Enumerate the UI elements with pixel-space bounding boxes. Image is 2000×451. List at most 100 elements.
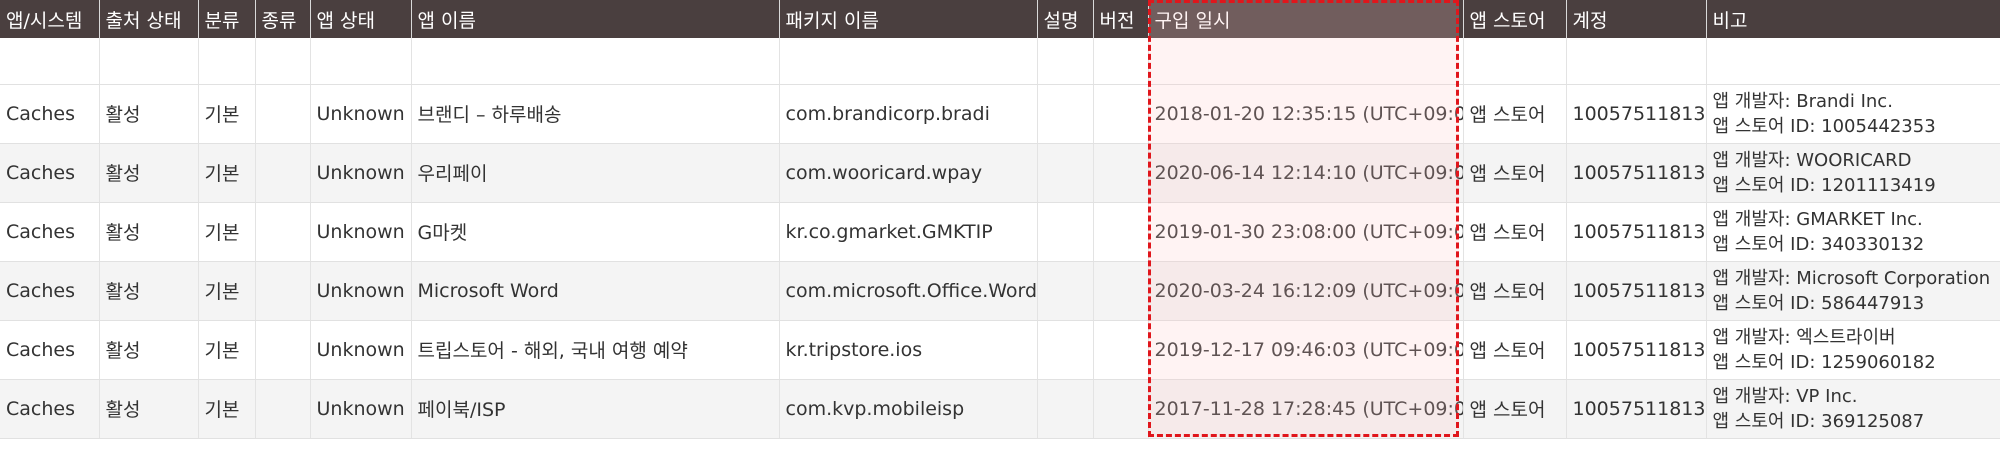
column-header-memo[interactable]: 비고 bbox=[1706, 0, 2000, 38]
cell-version bbox=[1093, 320, 1149, 380]
cell-memo: 앱 개발자: Microsoft Corporation 앱 스토어 ID: 5… bbox=[1706, 261, 2000, 321]
cell-app-name: 트립스토어 - 해외, 국내 여행 예약 bbox=[411, 320, 780, 380]
cell-account: 10057511813 bbox=[1566, 143, 1707, 203]
cell-package-name: com.wooricard.wpay bbox=[779, 143, 1038, 203]
column-header-kind[interactable]: 종류 bbox=[255, 0, 311, 38]
cell-app-store: 앱 스토어 bbox=[1463, 143, 1567, 203]
cell-app-status: Unknown bbox=[310, 143, 412, 203]
table-row[interactable]: Caches 활성 기본 Unknown 브랜디 – 하루배송 com.bran… bbox=[0, 84, 2000, 144]
cell-app-name: Microsoft Word bbox=[411, 261, 780, 321]
table-cell bbox=[1093, 38, 1149, 85]
cell-memo: 앱 개발자: 엑스트라이버 앱 스토어 ID: 1259060182 bbox=[1706, 320, 2000, 380]
column-header-description[interactable]: 설명 bbox=[1037, 0, 1094, 38]
cell-purchase-time: 2019-01-30 23:08:00 (UTC+09:00) bbox=[1148, 202, 1464, 262]
table-row[interactable]: Caches 활성 기본 Unknown G마켓 kr.co.gmarket.G… bbox=[0, 202, 2000, 262]
table-body: Caches 활성 기본 Unknown 브랜디 – 하루배송 com.bran… bbox=[0, 38, 2000, 439]
cell-package-name: kr.co.gmarket.GMKTIP bbox=[779, 202, 1038, 262]
column-header-version[interactable]: 버전 bbox=[1093, 0, 1149, 38]
table-cell bbox=[1037, 38, 1094, 85]
table-cell bbox=[99, 38, 199, 85]
cell-app-name: G마켓 bbox=[411, 202, 780, 262]
memo-developer: 앱 개발자: 엑스트라이버 bbox=[1712, 326, 1896, 348]
column-header-source-status[interactable]: 출처 상태 bbox=[99, 0, 199, 38]
cell-system: Caches bbox=[0, 202, 100, 262]
table-cell bbox=[0, 38, 100, 85]
cell-account: 10057511813 bbox=[1566, 84, 1707, 144]
cell-purchase-time: 2020-06-14 12:14:10 (UTC+09:00) bbox=[1148, 143, 1464, 203]
memo-store-id: 앱 스토어 ID: 1005442353 bbox=[1712, 115, 1936, 137]
cell-kind bbox=[255, 379, 311, 439]
memo-store-id: 앱 스토어 ID: 340330132 bbox=[1712, 233, 1925, 255]
table-cell bbox=[255, 38, 311, 85]
cell-package-name: com.brandicorp.bradi bbox=[779, 84, 1038, 144]
memo-store-id: 앱 스토어 ID: 369125087 bbox=[1712, 410, 1925, 432]
cell-category: 기본 bbox=[198, 261, 256, 321]
cell-app-name: 우리페이 bbox=[411, 143, 780, 203]
memo-developer: 앱 개발자: Brandi Inc. bbox=[1712, 90, 1893, 112]
cell-category: 기본 bbox=[198, 202, 256, 262]
table-row[interactable]: Caches 활성 기본 Unknown 트립스토어 - 해외, 국내 여행 예… bbox=[0, 320, 2000, 380]
cell-memo: 앱 개발자: VP Inc. 앱 스토어 ID: 369125087 bbox=[1706, 379, 2000, 439]
cell-purchase-time: 2018-01-20 12:35:15 (UTC+09:00) bbox=[1148, 84, 1464, 144]
cell-category: 기본 bbox=[198, 379, 256, 439]
cell-purchase-time: 2017-11-28 17:28:45 (UTC+09:00) bbox=[1148, 379, 1464, 439]
cell-system: Caches bbox=[0, 261, 100, 321]
cell-app-status: Unknown bbox=[310, 202, 412, 262]
column-header-package-name[interactable]: 패키지 이름 bbox=[779, 0, 1038, 38]
cell-kind bbox=[255, 143, 311, 203]
column-header-account[interactable]: 계정 bbox=[1566, 0, 1707, 38]
cell-app-name: 페이북/ISP bbox=[411, 379, 780, 439]
column-header-purchase-time[interactable]: 구입 일시 bbox=[1148, 0, 1464, 38]
memo-developer: 앱 개발자: Microsoft Corporation bbox=[1712, 267, 1991, 289]
cell-app-store: 앱 스토어 bbox=[1463, 84, 1567, 144]
column-header-app-name[interactable]: 앱 이름 bbox=[411, 0, 780, 38]
memo-store-id: 앱 스토어 ID: 586447913 bbox=[1712, 292, 1925, 314]
cell-kind bbox=[255, 202, 311, 262]
table-row[interactable]: Caches 활성 기본 Unknown Microsoft Word com.… bbox=[0, 261, 2000, 321]
table-cell bbox=[779, 38, 1038, 85]
cell-description bbox=[1037, 84, 1094, 144]
cell-account: 10057511813 bbox=[1566, 261, 1707, 321]
cell-system: Caches bbox=[0, 143, 100, 203]
cell-description bbox=[1037, 261, 1094, 321]
cell-package-name: kr.tripstore.ios bbox=[779, 320, 1038, 380]
app-list-grid: 앱/시스템 출처 상태 분류 종류 앱 상태 앱 이름 패키지 이름 설명 버전… bbox=[0, 0, 2000, 451]
table-cell bbox=[1148, 38, 1464, 85]
column-header-category[interactable]: 분류 bbox=[198, 0, 256, 38]
cell-system: Caches bbox=[0, 320, 100, 380]
cell-description bbox=[1037, 143, 1094, 203]
cell-category: 기본 bbox=[198, 143, 256, 203]
memo-store-id: 앱 스토어 ID: 1201113419 bbox=[1712, 174, 1936, 196]
cell-source-status: 활성 bbox=[99, 320, 199, 380]
column-header-app-store[interactable]: 앱 스토어 bbox=[1463, 0, 1567, 38]
cell-kind bbox=[255, 84, 311, 144]
memo-developer: 앱 개발자: VP Inc. bbox=[1712, 385, 1858, 407]
memo-store-id: 앱 스토어 ID: 1259060182 bbox=[1712, 351, 1936, 373]
cell-source-status: 활성 bbox=[99, 379, 199, 439]
cell-app-status: Unknown bbox=[310, 379, 412, 439]
cell-purchase-time: 2019-12-17 09:46:03 (UTC+09:00) bbox=[1148, 320, 1464, 380]
cell-system: Caches bbox=[0, 379, 100, 439]
cell-package-name: com.kvp.mobileisp bbox=[779, 379, 1038, 439]
table-row[interactable]: Caches 활성 기본 Unknown 우리페이 com.wooricard.… bbox=[0, 143, 2000, 203]
cell-memo: 앱 개발자: Brandi Inc. 앱 스토어 ID: 1005442353 bbox=[1706, 84, 2000, 144]
cell-app-status: Unknown bbox=[310, 84, 412, 144]
table-cell bbox=[1463, 38, 1567, 85]
cell-memo: 앱 개발자: WOORICARD 앱 스토어 ID: 1201113419 bbox=[1706, 143, 2000, 203]
cell-app-store: 앱 스토어 bbox=[1463, 379, 1567, 439]
cell-account: 10057511813 bbox=[1566, 202, 1707, 262]
cell-version bbox=[1093, 379, 1149, 439]
app-table: 앱/시스템 출처 상태 분류 종류 앱 상태 앱 이름 패키지 이름 설명 버전… bbox=[0, 0, 2000, 439]
cell-app-status: Unknown bbox=[310, 320, 412, 380]
column-header-system[interactable]: 앱/시스템 bbox=[0, 0, 100, 38]
cell-package-name: com.microsoft.Office.Word bbox=[779, 261, 1038, 321]
table-cell bbox=[1566, 38, 1707, 85]
cell-description bbox=[1037, 320, 1094, 380]
column-header-app-status[interactable]: 앱 상태 bbox=[310, 0, 412, 38]
cell-kind bbox=[255, 261, 311, 321]
table-row-empty[interactable] bbox=[0, 38, 2000, 85]
cell-kind bbox=[255, 320, 311, 380]
cell-description bbox=[1037, 379, 1094, 439]
cell-version bbox=[1093, 84, 1149, 144]
table-row[interactable]: Caches 활성 기본 Unknown 페이북/ISP com.kvp.mob… bbox=[0, 379, 2000, 439]
